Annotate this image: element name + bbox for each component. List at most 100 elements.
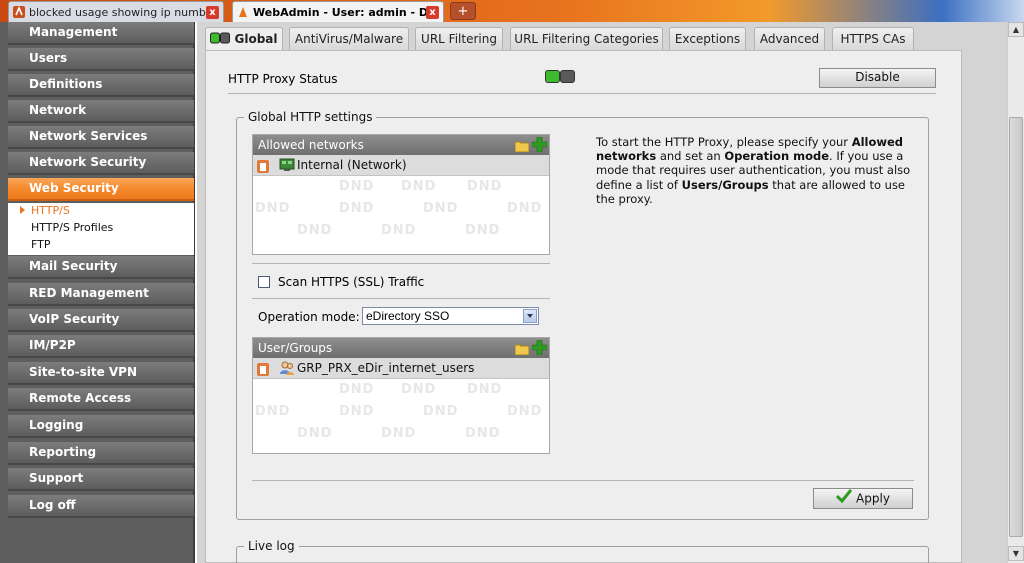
sidebar-item-support[interactable]: Support	[8, 468, 194, 491]
checkmark-icon	[835, 489, 853, 509]
live-log-legend: Live log	[244, 539, 299, 553]
close-tab-icon[interactable]: x	[206, 5, 219, 19]
help-text-bold: Operation mode	[724, 149, 830, 164]
divider	[228, 93, 936, 94]
watermark: DND	[255, 404, 291, 419]
sidebar-subitem-https[interactable]: HTTP/S	[31, 204, 70, 217]
main-panel: Global AntiVirus/Malware URL Filtering U…	[197, 22, 974, 563]
new-tab-button[interactable]: +	[450, 2, 476, 20]
scroll-down-icon[interactable]: ▼	[1008, 546, 1024, 561]
user-groups-title: User/Groups	[258, 341, 333, 355]
watermark: DND	[297, 223, 333, 238]
sidebar-item-remote-access[interactable]: Remote Access	[8, 388, 194, 411]
proxy-status-label: HTTP Proxy Status	[228, 72, 338, 86]
trash-icon[interactable]	[257, 362, 269, 382]
browser-tab-title: WebAdmin - User: admin - Devic...	[253, 5, 426, 19]
user-group-label: GRP_PRX_eDir_internet_users	[297, 361, 475, 375]
help-text: To start the HTTP Proxy, please specify …	[596, 135, 916, 206]
sidebar-item-definitions[interactable]: Definitions	[8, 74, 194, 97]
watermark: DND	[465, 223, 501, 238]
watermark: DND	[401, 382, 437, 397]
scrollbar-thumb[interactable]	[1009, 117, 1023, 537]
apply-button-label: Apply	[856, 491, 890, 506]
watermark: DND	[423, 404, 459, 419]
watermark: DND	[467, 382, 503, 397]
operation-mode-select[interactable]: eDirectory SSO	[362, 307, 539, 325]
tab-global-label: Global	[234, 32, 278, 46]
watermark: DND	[381, 223, 417, 238]
user-group-icon	[279, 360, 295, 382]
scroll-up-icon[interactable]: ▲	[1008, 22, 1024, 37]
tab-global[interactable]: Global	[205, 27, 283, 51]
divider	[252, 298, 550, 299]
list-item[interactable]: Internal (Network)	[253, 155, 549, 176]
tab-https-cas[interactable]: HTTPS CAs	[832, 27, 914, 50]
watermark: DND	[423, 201, 459, 216]
operation-mode-label: Operation mode:	[258, 310, 360, 324]
sidebar-item-web-security[interactable]: Web Security	[8, 178, 194, 201]
trash-icon[interactable]	[257, 159, 269, 179]
browser-tab-title: blocked usage showing ip numbers - As...	[29, 5, 206, 19]
selected-arrow-icon	[20, 206, 25, 214]
apply-button[interactable]: Apply	[813, 488, 913, 509]
watermark: DND	[255, 201, 291, 216]
sidebar-item-management[interactable]: Management	[8, 22, 194, 45]
vertical-scrollbar[interactable]: ▲ ▼	[1007, 22, 1024, 563]
sidebar-item-network[interactable]: Network	[8, 100, 194, 123]
list-item[interactable]: GRP_PRX_eDir_internet_users	[253, 358, 549, 379]
tab-content: HTTP Proxy Status Disable Global HTTP se…	[205, 50, 962, 563]
watermark: DND	[339, 201, 375, 216]
scan-https-checkbox[interactable]	[258, 276, 270, 288]
sidebar-submenu: HTTP/S HTTP/S Profiles FTP	[8, 203, 194, 255]
watermark: DND	[465, 426, 501, 441]
sidebar-item-mail-security[interactable]: Mail Security	[8, 256, 194, 279]
sidebar-item-network-security[interactable]: Network Security	[8, 152, 194, 175]
divider	[252, 263, 550, 264]
sidebar-item-red-management[interactable]: RED Management	[8, 283, 194, 306]
watermark: DND	[339, 382, 375, 397]
global-http-settings-legend: Global HTTP settings	[244, 110, 377, 124]
sidebar-item-im-p2p[interactable]: IM/P2P	[8, 335, 194, 358]
tab-exceptions[interactable]: Exceptions	[669, 27, 746, 50]
disable-button[interactable]: Disable	[819, 68, 936, 88]
user-groups-list: User/Groups GRP_PRX_eDir_internet_users …	[252, 337, 550, 454]
watermark: DND	[507, 201, 543, 216]
sidebar-item-site-to-site-vpn[interactable]: Site-to-site VPN	[8, 362, 194, 385]
live-log-group	[236, 546, 929, 563]
sidebar-item-voip-security[interactable]: VoIP Security	[8, 309, 194, 332]
status-led-icon	[210, 29, 231, 51]
tab-antivirus-malware[interactable]: AntiVirus/Malware	[289, 27, 409, 50]
sidebar: Management Users Definitions Network Net…	[0, 22, 195, 563]
watermark: DND	[507, 404, 543, 419]
operation-mode-value: eDirectory SSO	[366, 309, 450, 323]
tab-url-filtering[interactable]: URL Filtering	[415, 27, 503, 50]
sidebar-item-reporting[interactable]: Reporting	[8, 442, 194, 465]
watermark: DND	[467, 179, 503, 194]
help-text-part: and set an	[656, 149, 725, 164]
allowed-networks-title: Allowed networks	[258, 138, 364, 152]
allowed-networks-list: Allowed networks Internal (Network) DND …	[252, 134, 550, 255]
tab-url-filtering-categories[interactable]: URL Filtering Categories	[510, 27, 663, 50]
sidebar-item-log-off[interactable]: Log off	[8, 495, 194, 518]
forum-favicon-icon	[13, 6, 25, 18]
webadmin-favicon-icon	[239, 7, 247, 17]
watermark: DND	[297, 426, 333, 441]
sidebar-item-network-services[interactable]: Network Services	[8, 126, 194, 149]
close-tab-icon[interactable]: x	[426, 5, 439, 19]
watermark: DND	[339, 179, 375, 194]
help-text-part: To start the HTTP Proxy, please specify …	[596, 135, 849, 149]
watermark: DND	[339, 404, 375, 419]
user-groups-header: User/Groups	[253, 338, 549, 358]
help-text-bold: Users/Groups	[681, 177, 769, 192]
sidebar-item-users[interactable]: Users	[8, 48, 194, 71]
tab-advanced[interactable]: Advanced	[754, 27, 825, 50]
sidebar-subitem-ftp[interactable]: FTP	[31, 238, 51, 251]
browser-tab-webadmin[interactable]: WebAdmin - User: admin - Devic... x	[232, 1, 444, 22]
sidebar-subitem-https-profiles[interactable]: HTTP/S Profiles	[31, 221, 113, 234]
divider	[252, 480, 914, 481]
chevron-down-icon[interactable]	[523, 309, 537, 323]
sidebar-item-logging[interactable]: Logging	[8, 415, 194, 438]
browser-tab-forum[interactable]: blocked usage showing ip numbers - As...…	[8, 1, 224, 22]
watermark: DND	[381, 426, 417, 441]
network-icon	[279, 158, 295, 178]
